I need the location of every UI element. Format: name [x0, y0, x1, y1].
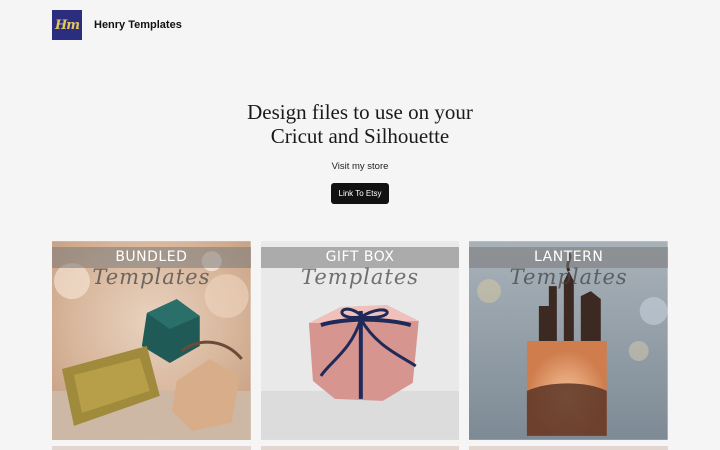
card-script-label: Templates: [92, 265, 211, 289]
logo-monogram: Hm: [54, 17, 80, 33]
card-title: BUNDLED: [115, 249, 188, 265]
next-row-card-edge: [469, 446, 669, 450]
etsy-link-button[interactable]: Link To Etsy: [330, 183, 390, 204]
card-script-label: Templates: [509, 265, 628, 289]
next-row-preview: [52, 446, 669, 450]
hero-title-line-1: Design files to use on your: [247, 100, 473, 124]
next-row-card-edge: [260, 446, 460, 450]
card-script-label: Templates: [300, 265, 420, 289]
card-title: LANTERN: [534, 249, 604, 265]
card-bundled-templates[interactable]: BUNDLED Templates: [52, 241, 251, 440]
hero-title: Design files to use on your Cricut and S…: [0, 100, 720, 148]
template-gallery: BUNDLED Templates GIFT BOX Templates LAN…: [52, 241, 669, 440]
brand-logo[interactable]: Hm: [52, 10, 82, 40]
hero-section: Design files to use on your Cricut and S…: [0, 100, 720, 204]
hero-title-line-2: Cricut and Silhouette: [270, 124, 450, 148]
card-gift-box-templates[interactable]: GIFT BOX Templates: [260, 241, 460, 440]
hero-subtitle: Visit my store: [331, 161, 389, 172]
site-header: Hm Henry Templates: [52, 10, 182, 40]
brand-name[interactable]: Henry Templates: [94, 19, 182, 31]
next-row-card-edge: [52, 446, 251, 450]
card-lantern-templates[interactable]: LANTERN Templates: [469, 241, 669, 440]
card-title: GIFT BOX: [325, 249, 395, 265]
